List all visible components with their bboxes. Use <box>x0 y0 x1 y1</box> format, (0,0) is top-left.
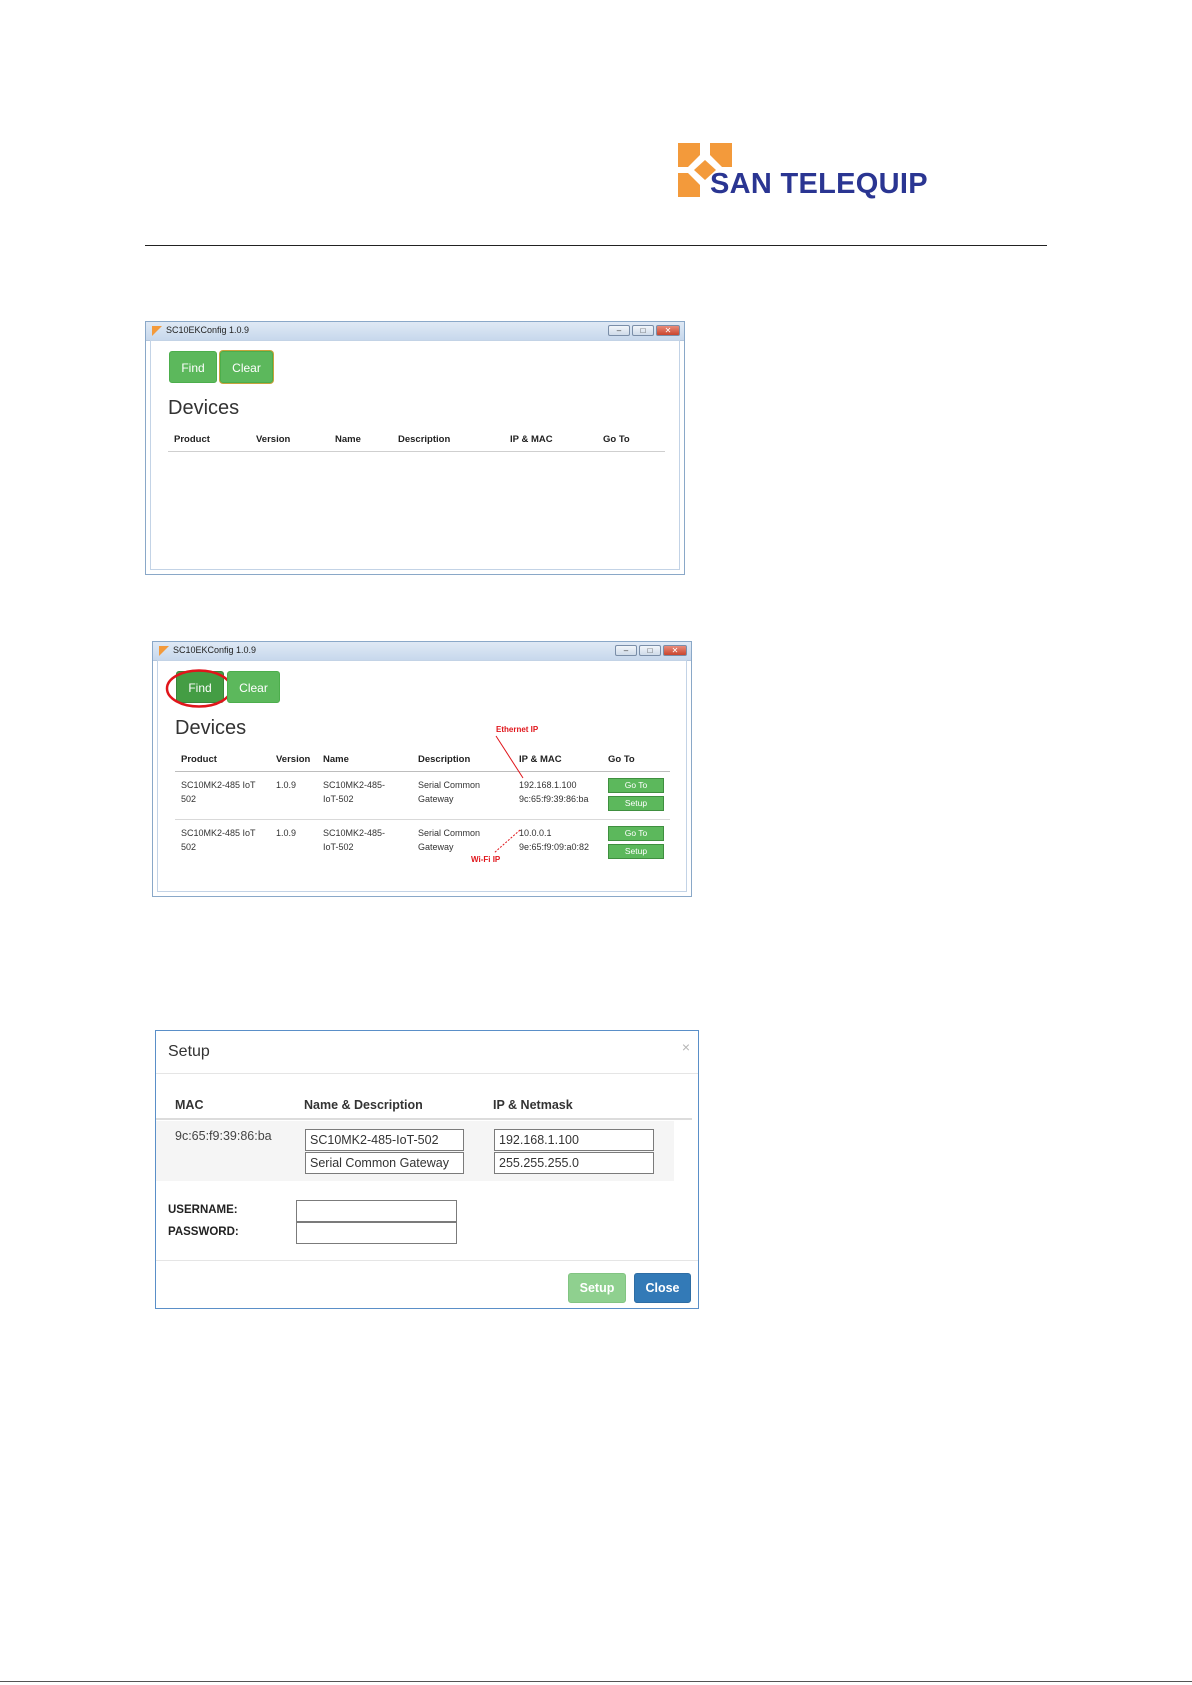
col-version: Version <box>276 754 311 765</box>
row1-product-line1: SC10MK2-485 IoT <box>181 780 256 790</box>
row1-description-line2: Gateway <box>418 794 454 804</box>
row2-goto-button[interactable]: Go To <box>608 826 664 841</box>
col-mac: MAC <box>175 1098 204 1112</box>
config-window-found: SC10EKConfig 1.0.9 – □ ✕ Find Clear Devi… <box>152 641 692 897</box>
close-button[interactable]: Close <box>634 1273 691 1303</box>
highlight-circle-icon <box>165 669 233 708</box>
col-product: Product <box>181 754 217 765</box>
row1-name: SC10MK2-485- IoT-502 <box>323 778 385 806</box>
name-input[interactable]: SC10MK2-485-IoT-502 <box>305 1129 464 1151</box>
logo-text: SAN TELEQUIP <box>710 168 928 200</box>
row1-name-line2: IoT-502 <box>323 794 354 804</box>
ethernet-pointer-line <box>495 735 524 779</box>
dialog-table-rule <box>156 1118 692 1120</box>
row2-product-line2: 502 <box>181 842 197 852</box>
row2-setup-button[interactable]: Setup <box>608 844 664 859</box>
row1-mac: 9c:65:f9:39:86:ba <box>519 794 589 804</box>
ethernet-ip-annotation: Ethernet IP <box>496 725 539 734</box>
table-header-rule <box>175 771 670 772</box>
row1-description-line1: Serial Common <box>418 780 481 790</box>
row2-product-line1: SC10MK2-485 IoT <box>181 828 256 838</box>
find-button[interactable]: Find <box>169 351 217 383</box>
row1-product: SC10MK2-485 IoT 502 <box>181 778 256 806</box>
username-input[interactable] <box>296 1200 457 1222</box>
app-icon <box>152 326 162 336</box>
password-input[interactable] <box>296 1222 457 1244</box>
row1-ip-mac: 192.168.1.100 9c:65:f9:39:86:ba <box>519 778 589 806</box>
col-description: Description <box>398 434 451 445</box>
close-window-button[interactable]: ✕ <box>663 645 687 656</box>
window-title: SC10EKConfig 1.0.9 <box>166 325 250 335</box>
description-input[interactable]: Serial Common Gateway <box>305 1152 464 1174</box>
row2-description-line1: Serial Common <box>418 828 481 838</box>
col-name: Name <box>323 754 349 765</box>
col-ip-mac: IP & MAC <box>510 434 553 445</box>
close-icon[interactable]: × <box>682 1039 690 1055</box>
company-logo: SAN TELEQUIP <box>676 141 938 200</box>
row2-product: SC10MK2-485 IoT 502 <box>181 826 256 854</box>
dialog-header-divider <box>156 1073 698 1074</box>
netmask-input[interactable]: 255.255.255.0 <box>494 1152 654 1174</box>
window-titlebar: SC10EKConfig 1.0.9 – □ ✕ <box>153 642 691 661</box>
app-icon <box>159 646 169 656</box>
row2-ip: 10.0.0.1 <box>519 828 552 838</box>
row2-name: SC10MK2-485- IoT-502 <box>323 826 385 854</box>
window-title: SC10EKConfig 1.0.9 <box>173 645 257 655</box>
password-label: PASSWORD: <box>168 1226 239 1238</box>
mac-value: 9c:65:f9:39:86:ba <box>175 1129 272 1143</box>
row1-goto-button[interactable]: Go To <box>608 778 664 793</box>
maximize-button[interactable]: □ <box>632 325 654 336</box>
devices-heading: Devices <box>168 397 240 419</box>
row1-description: Serial Common Gateway <box>418 778 480 806</box>
maximize-button[interactable]: □ <box>639 645 661 656</box>
header-divider <box>145 245 1047 246</box>
row2-description-line2: Gateway <box>418 842 454 852</box>
col-goto: Go To <box>603 434 630 445</box>
dialog-title: Setup <box>168 1043 210 1060</box>
col-description: Description <box>418 754 471 765</box>
col-name: Name <box>335 434 361 445</box>
wifi-ip-annotation: Wi-Fi IP <box>471 855 501 864</box>
setup-dialog: Setup × MAC Name & Description IP & Netm… <box>155 1030 699 1309</box>
minimize-button[interactable]: – <box>608 325 630 336</box>
row1-version: 1.0.9 <box>276 780 297 790</box>
clear-button[interactable]: Clear <box>227 671 280 703</box>
page-bottom-rule <box>0 1681 1192 1682</box>
row1-name-line1: SC10MK2-485- <box>323 780 386 790</box>
devices-heading: Devices <box>175 717 247 739</box>
ip-input[interactable]: 192.168.1.100 <box>494 1129 654 1151</box>
window-titlebar: SC10EKConfig 1.0.9 – □ ✕ <box>146 322 684 341</box>
close-window-button[interactable]: ✕ <box>656 325 680 336</box>
col-goto: Go To <box>608 754 635 765</box>
row1-setup-button[interactable]: Setup <box>608 796 664 811</box>
username-label: USERNAME: <box>168 1204 238 1216</box>
row1-product-line2: 502 <box>181 794 197 804</box>
row2-mac: 9e:65:f9:09:a0:82 <box>519 842 590 852</box>
col-name-description: Name & Description <box>304 1098 423 1112</box>
config-window-empty: SC10EKConfig 1.0.9 – □ ✕ Find Clear Devi… <box>145 321 685 575</box>
row2-ip-mac: 10.0.0.1 9e:65:f9:09:a0:82 <box>519 826 589 854</box>
row-divider <box>175 819 670 820</box>
col-ip-netmask: IP & Netmask <box>493 1098 573 1112</box>
row2-name-line2: IoT-502 <box>323 842 354 852</box>
dialog-footer-divider <box>156 1260 698 1261</box>
col-product: Product <box>174 434 210 445</box>
table-header-rule <box>168 451 665 452</box>
clear-button[interactable]: Clear <box>220 351 273 383</box>
col-version: Version <box>256 434 291 445</box>
minimize-button[interactable]: – <box>615 645 637 656</box>
row2-version: 1.0.9 <box>276 828 297 838</box>
row2-description: Serial Common Gateway <box>418 826 480 854</box>
row2-name-line1: SC10MK2-485- <box>323 828 386 838</box>
setup-button[interactable]: Setup <box>568 1273 626 1303</box>
wifi-pointer-line <box>493 829 521 854</box>
